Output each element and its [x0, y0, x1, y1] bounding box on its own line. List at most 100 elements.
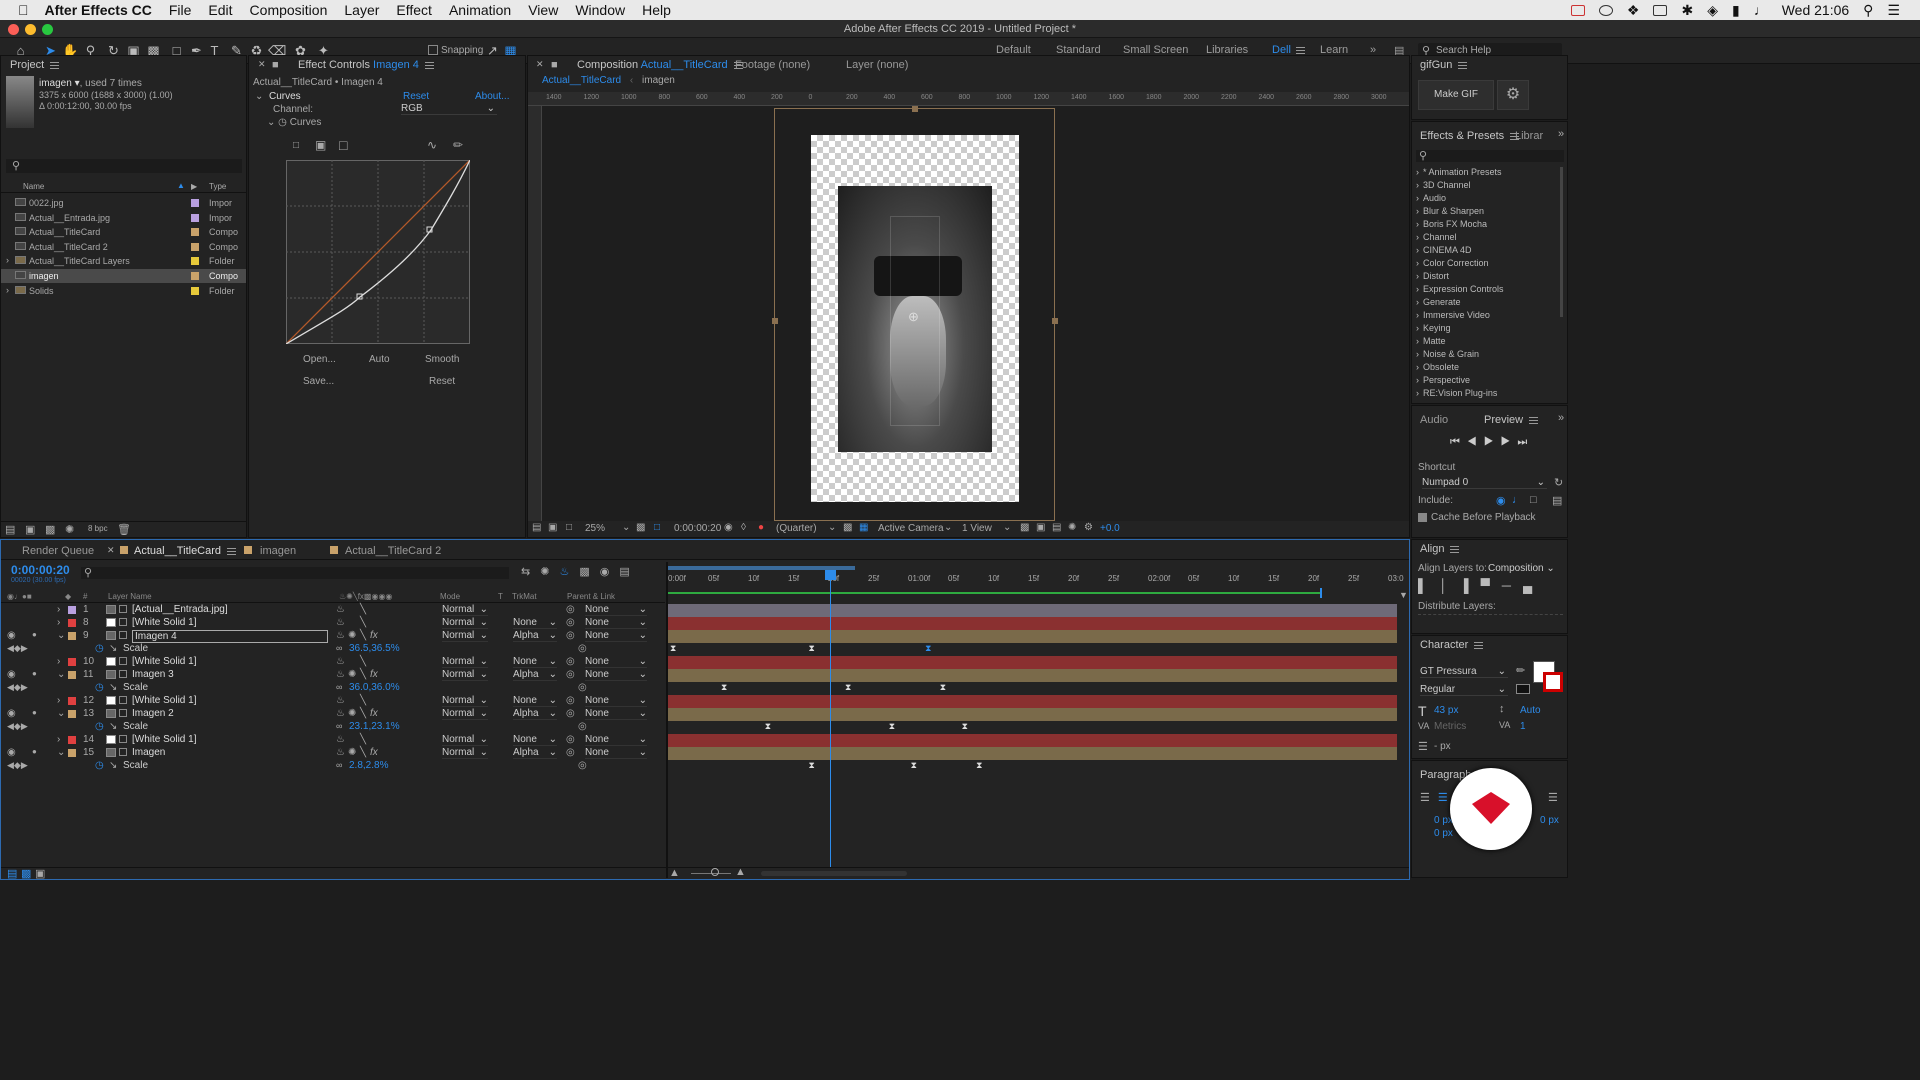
layer-name[interactable]: [White Solid 1]	[132, 734, 196, 745]
justify-all-icon[interactable]: ☰	[1548, 791, 1558, 804]
monitor-icon[interactable]: ▣	[548, 522, 557, 533]
menu-view[interactable]: View	[528, 2, 558, 18]
label-swatch[interactable]	[191, 213, 199, 222]
eye-icon[interactable]: ◉	[7, 630, 16, 641]
link-icon[interactable]: ∞	[336, 682, 342, 692]
curves-auto-button[interactable]: Auto	[369, 354, 390, 365]
expand-arrow-icon[interactable]: ⌄	[57, 708, 65, 719]
effect-category[interactable]: › Generate	[1416, 297, 1461, 307]
gifgun-settings-icon[interactable]: ⚙	[1497, 80, 1529, 110]
layer-name[interactable]: [Actual__Entrada.jpg]	[132, 604, 228, 615]
resolution-select[interactable]: (Quarter)	[776, 523, 817, 534]
menu-effect[interactable]: Effect	[396, 2, 432, 18]
camera-select[interactable]: Active Camera	[878, 523, 944, 534]
panel-menu-icon[interactable]	[1450, 545, 1460, 553]
quality-switch-icon[interactable]: ╲	[360, 656, 366, 667]
last-frame-icon[interactable]: ⏭	[1517, 436, 1534, 448]
col-trkmat[interactable]: TrkMat	[512, 592, 537, 601]
vertical-ruler[interactable]	[528, 106, 542, 521]
close-tab-icon[interactable]: ✕	[536, 59, 544, 70]
stroke-width-value[interactable]: - px	[1434, 741, 1451, 752]
label-swatch[interactable]	[191, 257, 199, 266]
layer-name[interactable]: [White Solid 1]	[132, 617, 196, 628]
expression-pick-whip-icon[interactable]: ◎	[578, 760, 587, 771]
quality-switch-icon[interactable]: ╲	[360, 669, 366, 680]
keyframe[interactable]: ⧗	[962, 722, 968, 731]
bpc-toggle[interactable]: 8 bpc	[88, 524, 108, 533]
wifi-icon[interactable]: ◈	[1707, 2, 1718, 19]
menu-composition[interactable]: Composition	[250, 2, 328, 18]
parent-select[interactable]: None ⌄	[585, 747, 647, 759]
snapshot-icon[interactable]: ◉	[724, 522, 733, 533]
bluetooth-icon[interactable]: ✱	[1681, 2, 1693, 19]
effect-switch-icon[interactable]: fx	[370, 708, 378, 719]
app-menu[interactable]: After Effects CC	[45, 2, 152, 18]
shy-switch-icon[interactable]: ♨	[336, 695, 345, 706]
layer-label-swatch[interactable]	[68, 736, 76, 744]
project-item[interactable]: imagen Compo	[1, 269, 246, 283]
blend-mode-select[interactable]: Normal ⌄	[442, 708, 488, 720]
link-icon[interactable]: ∞	[336, 760, 342, 770]
handle-right[interactable]	[1052, 318, 1058, 324]
timeline-horizontal-scrollbar[interactable]	[761, 871, 907, 876]
label-swatch[interactable]	[191, 242, 199, 251]
chevron-down-icon[interactable]: ⌄	[622, 522, 630, 533]
eye-icon[interactable]: ◉	[7, 708, 16, 719]
graph-icon[interactable]: ↘	[109, 643, 117, 654]
effect-category[interactable]: › Boris FX Mocha	[1416, 219, 1487, 229]
breadcrumb-imagen[interactable]: imagen	[642, 75, 675, 86]
effect-category[interactable]: › Perspective	[1416, 375, 1470, 385]
composition-tab[interactable]: Composition Actual__TitleCard	[577, 59, 743, 71]
timeline-tab-titlecard-2[interactable]: Actual__TitleCard 2	[345, 545, 441, 557]
solo-icon[interactable]: ●	[32, 669, 37, 678]
property-value[interactable]: 2.8,2.8%	[349, 760, 388, 771]
parent-pick-whip-icon[interactable]: ◎	[566, 669, 575, 680]
screen-record-icon[interactable]	[1570, 4, 1585, 16]
parent-select[interactable]: None ⌄	[585, 604, 647, 616]
panel-menu-icon[interactable]	[1529, 416, 1539, 424]
label-column-icon[interactable]: ▶	[191, 182, 197, 191]
stopwatch-icon[interactable]: ◷	[95, 721, 104, 732]
zoom-window-button[interactable]	[42, 24, 53, 35]
quality-switch-icon[interactable]: ╲	[360, 708, 366, 719]
first-frame-icon[interactable]: ⏮	[1450, 436, 1467, 448]
solo-icon[interactable]: ●	[32, 708, 37, 717]
clock[interactable]: Wed 21:06	[1782, 2, 1849, 18]
layer-name[interactable]: [White Solid 1]	[132, 656, 196, 667]
keyframe[interactable]: ⧗	[925, 644, 931, 653]
always-preview-icon[interactable]: ▤	[532, 522, 541, 533]
minimize-window-button[interactable]	[25, 24, 36, 35]
expand-arrow-icon[interactable]: ›	[57, 695, 60, 706]
parent-pick-whip-icon[interactable]: ◎	[566, 630, 575, 641]
project-tab[interactable]: Project	[10, 59, 60, 71]
parent-select[interactable]: None ⌄	[585, 617, 647, 629]
quality-switch-icon[interactable]: ╲	[360, 617, 366, 628]
effects-search-input[interactable]: ⚲	[1416, 150, 1564, 162]
curve-size-icon[interactable]: ▣	[315, 138, 326, 152]
layer-label-swatch[interactable]	[68, 671, 76, 679]
trkmat-select[interactable]: None ⌄	[513, 695, 557, 707]
cache-checkbox[interactable]	[1418, 513, 1427, 522]
zoom-slider-thumb[interactable]	[711, 868, 719, 876]
exposure-value[interactable]: +0.0	[1100, 523, 1120, 534]
timeline-tab-active[interactable]: Actual__TitleCard	[134, 545, 237, 557]
zoom-in-timeline-icon[interactable]: ▲	[735, 866, 746, 878]
shy-switch-icon[interactable]: ♨	[336, 669, 345, 680]
curves-reset-button[interactable]: Reset	[429, 376, 455, 387]
effect-category[interactable]: › Keying	[1416, 323, 1451, 333]
comp-viewer[interactable]: ⊕	[542, 106, 1409, 521]
font-style-select[interactable]: Regular ⌄	[1420, 684, 1508, 696]
curve-expand-icon[interactable]: □	[339, 137, 347, 153]
chevron-down-icon[interactable]: ⌄	[828, 522, 836, 533]
parent-pick-whip-icon[interactable]: ◎	[566, 656, 575, 667]
curves-subgroup[interactable]: ⌄ ◷ Curves	[267, 117, 321, 128]
project-search-input[interactable]: ⚲	[6, 159, 242, 173]
close-tab-icon[interactable]: ✕	[107, 545, 115, 556]
audio-tab[interactable]: Audio	[1420, 414, 1448, 426]
eyedropper-icon[interactable]: ✏	[1516, 664, 1525, 677]
project-item[interactable]: Actual__TitleCard Compo	[1, 225, 246, 239]
zoom-out-timeline-icon[interactable]: ▲	[669, 867, 680, 879]
effect-category[interactable]: › Audio	[1416, 193, 1446, 203]
include-layer-controls-icon[interactable]: ▤	[1552, 494, 1562, 507]
distribute-buttons[interactable]	[1418, 614, 1563, 622]
